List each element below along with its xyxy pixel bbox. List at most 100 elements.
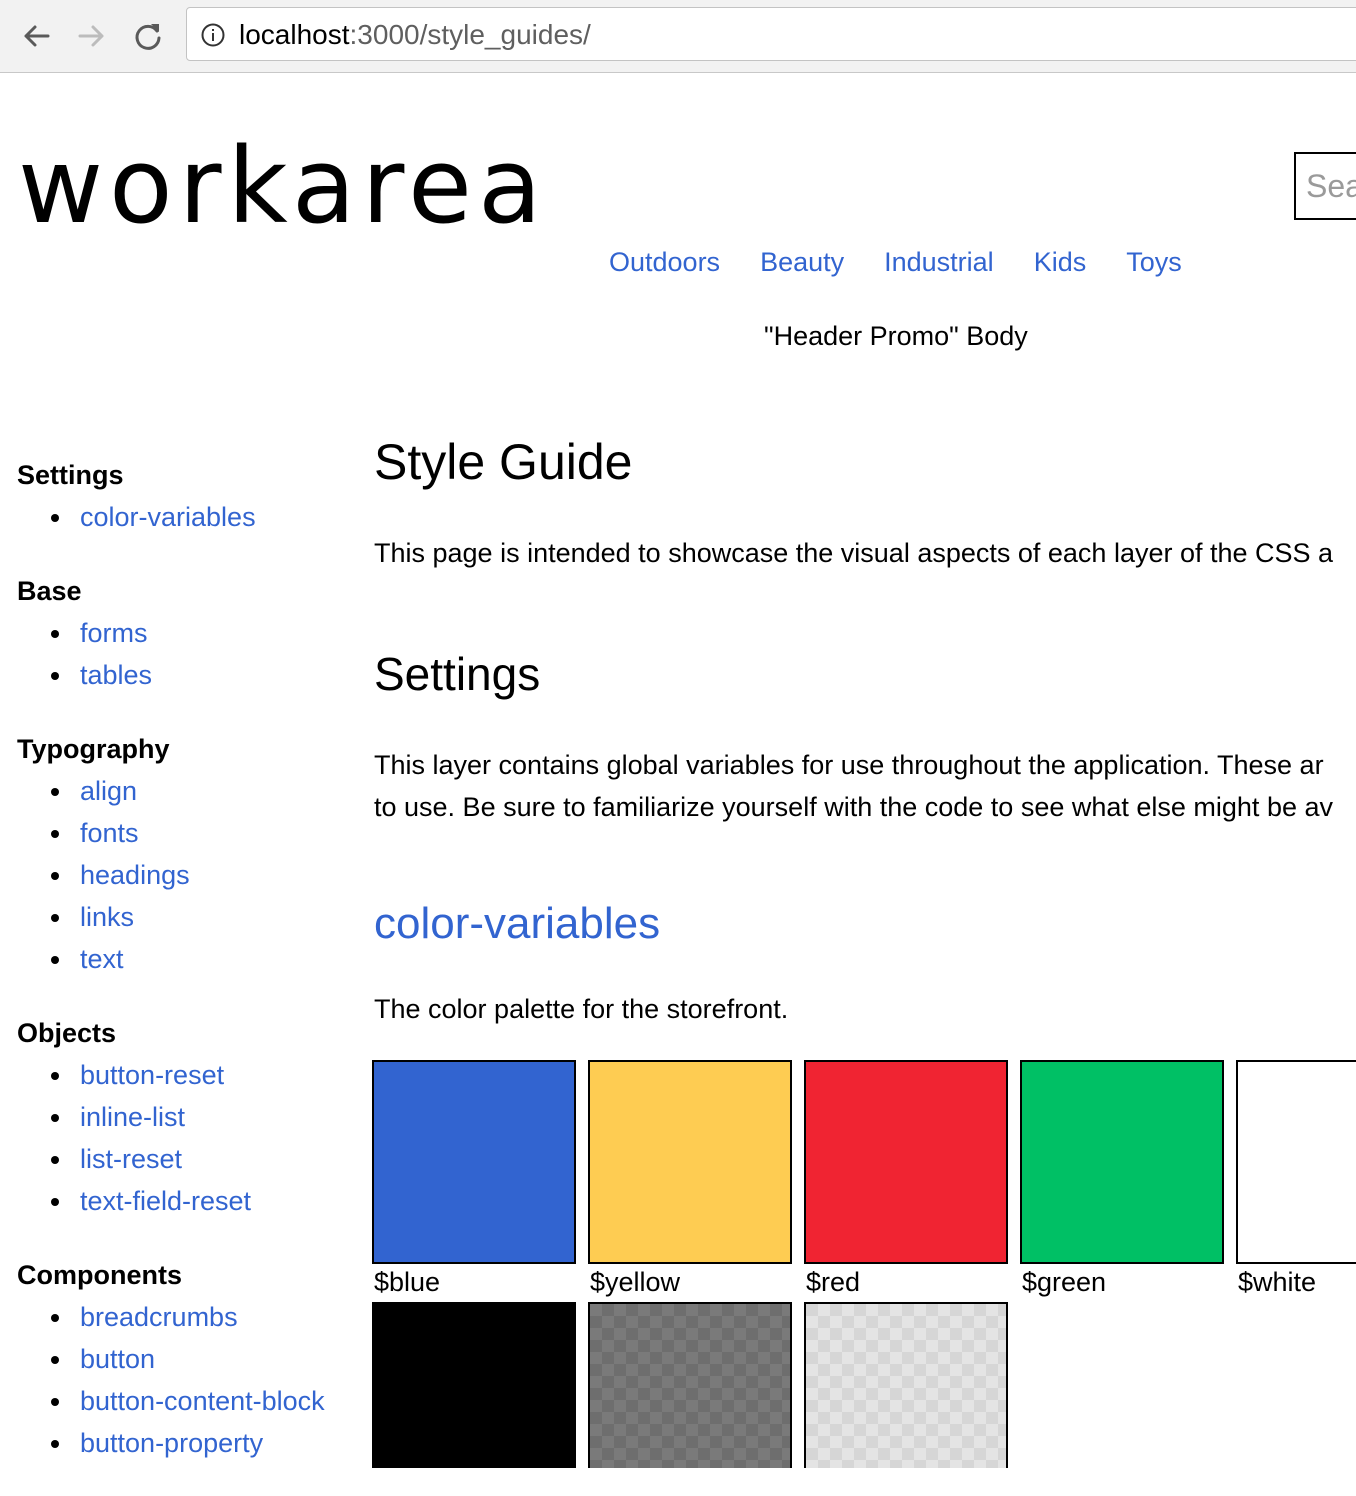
settings-description: This layer contains global variables for…	[374, 744, 1333, 828]
reload-icon	[135, 24, 161, 50]
sidebar-link-breadcrumbs[interactable]: breadcrumbs	[80, 1302, 238, 1332]
sidebar-link-color-variables[interactable]: color-variables	[80, 502, 256, 532]
color-variables-heading-link[interactable]: color-variables	[374, 896, 660, 952]
site-logo[interactable]: workarea	[18, 126, 548, 246]
sidebar-section-typography: Typography align fonts headings links te…	[17, 728, 357, 980]
sidebar-heading: Settings	[17, 460, 124, 490]
sidebar-section-objects: Objects button-reset inline-list list-re…	[17, 1012, 357, 1222]
sidebar-item: list-reset	[17, 1138, 357, 1180]
sidebar-link-headings[interactable]: headings	[80, 860, 190, 890]
sidebar-item: text-field-reset	[17, 1180, 357, 1222]
swatch-yellow	[588, 1060, 792, 1264]
intro-text: This page is intended to showcase the vi…	[374, 538, 1334, 568]
sidebar-link-text-field-reset[interactable]: text-field-reset	[80, 1186, 251, 1216]
url-host: localhost	[239, 19, 350, 50]
sidebar-link-button-content-block[interactable]: button-content-block	[80, 1386, 325, 1416]
bullet-icon	[51, 1356, 59, 1364]
sidebar-link-button-reset[interactable]: button-reset	[80, 1060, 224, 1090]
sidebar-section-settings: Settings color-variables	[17, 454, 357, 538]
bullet-icon	[51, 672, 59, 680]
bullet-icon	[51, 1198, 59, 1206]
sidebar-link-list-reset[interactable]: list-reset	[80, 1144, 182, 1174]
swatch-blue	[372, 1060, 576, 1264]
nav-link-toys[interactable]: Toys	[1126, 244, 1182, 280]
sidebar-item: text	[17, 938, 357, 980]
sidebar-item: fonts	[17, 812, 357, 854]
swatch-label-red: $red	[806, 1267, 861, 1297]
swatch-white	[1236, 1060, 1356, 1264]
nav-link-kids[interactable]: Kids	[1034, 244, 1087, 280]
forward-arrow-icon	[78, 25, 104, 47]
back-button[interactable]	[14, 14, 58, 58]
sidebar-heading: Base	[17, 576, 82, 606]
swatch-red	[804, 1060, 1008, 1264]
info-icon[interactable]	[201, 23, 225, 47]
sidebar-link-inline-list[interactable]: inline-list	[80, 1102, 185, 1132]
browser-toolbar: localhost:3000/style_guides/	[0, 0, 1356, 73]
sidebar-link-text[interactable]: text	[80, 944, 124, 974]
swatch-gray-transparent	[588, 1302, 792, 1468]
sidebar-item: links	[17, 896, 357, 938]
sidebar-section-components: Components breadcrumbs button button-con…	[17, 1254, 357, 1464]
sidebar-item: color-variables	[17, 496, 357, 538]
bullet-icon	[51, 1156, 59, 1164]
url-text[interactable]: localhost:3000/style_guides/	[239, 19, 591, 51]
bullet-icon	[51, 830, 59, 838]
sidebar-item: button-property	[17, 1422, 357, 1464]
settings-heading: Settings	[374, 648, 541, 700]
palette-description: The color palette for the storefront.	[374, 994, 789, 1024]
swatch-black	[372, 1302, 576, 1468]
sidebar-link-tables[interactable]: tables	[80, 660, 152, 690]
sidebar-section-base: Base forms tables	[17, 570, 357, 696]
swatch-light-gray-transparent	[804, 1302, 1008, 1468]
search-input[interactable]	[1306, 164, 1356, 208]
sidebar-item: align	[17, 770, 357, 812]
bullet-icon	[51, 1314, 59, 1322]
sidebar-item: button	[17, 1338, 357, 1380]
swatch-label-white: $white	[1238, 1267, 1317, 1297]
bullet-icon	[51, 1072, 59, 1080]
swatch-label-blue: $blue	[374, 1267, 441, 1297]
sidebar-heading: Typography	[17, 734, 170, 764]
sidebar-link-align[interactable]: align	[80, 776, 137, 806]
swatch-green	[1020, 1060, 1224, 1264]
nav-link-industrial[interactable]: Industrial	[884, 244, 994, 280]
sidebar-link-fonts[interactable]: fonts	[80, 818, 139, 848]
settings-description-line: to use. Be sure to familiarize yourself …	[374, 792, 1333, 822]
sidebar-heading: Objects	[17, 1018, 117, 1048]
header-promo: "Header Promo" Body	[764, 321, 1028, 351]
sidebar-link-button-property[interactable]: button-property	[80, 1428, 263, 1458]
swatch-label-green: $green	[1022, 1267, 1107, 1297]
sidebar-item: breadcrumbs	[17, 1296, 357, 1338]
page-title: Style Guide	[374, 434, 633, 490]
swatch-label-yellow: $yellow	[590, 1267, 681, 1297]
bullet-icon	[51, 1398, 59, 1406]
search-box[interactable]	[1294, 152, 1356, 220]
url-path: :3000/style_guides/	[349, 19, 591, 50]
bullet-icon	[51, 630, 59, 638]
bullet-icon	[51, 914, 59, 922]
address-bar[interactable]: localhost:3000/style_guides/	[186, 7, 1356, 61]
style-guide-sidebar: Settings color-variables Base forms tabl…	[17, 454, 357, 1496]
sidebar-item: button-reset	[17, 1054, 357, 1096]
back-arrow-icon	[24, 25, 50, 47]
settings-description-line: This layer contains global variables for…	[374, 750, 1324, 780]
sidebar-link-button[interactable]: button	[80, 1344, 155, 1374]
nav-link-outdoors[interactable]: Outdoors	[609, 244, 720, 280]
reload-button[interactable]	[126, 14, 170, 58]
sidebar-item: forms	[17, 612, 357, 654]
bullet-icon	[51, 514, 59, 522]
bullet-icon	[51, 872, 59, 880]
bullet-icon	[51, 1440, 59, 1448]
bullet-icon	[51, 956, 59, 964]
bullet-icon	[51, 788, 59, 796]
bullet-icon	[51, 1114, 59, 1122]
primary-nav: Outdoors Beauty Industrial Kids Toys	[609, 244, 1222, 280]
forward-button[interactable]	[70, 14, 114, 58]
sidebar-item: tables	[17, 654, 357, 696]
nav-link-beauty[interactable]: Beauty	[760, 244, 844, 280]
sidebar-link-forms[interactable]: forms	[80, 618, 148, 648]
sidebar-heading: Components	[17, 1260, 182, 1290]
sidebar-item: inline-list	[17, 1096, 357, 1138]
sidebar-link-links[interactable]: links	[80, 902, 134, 932]
